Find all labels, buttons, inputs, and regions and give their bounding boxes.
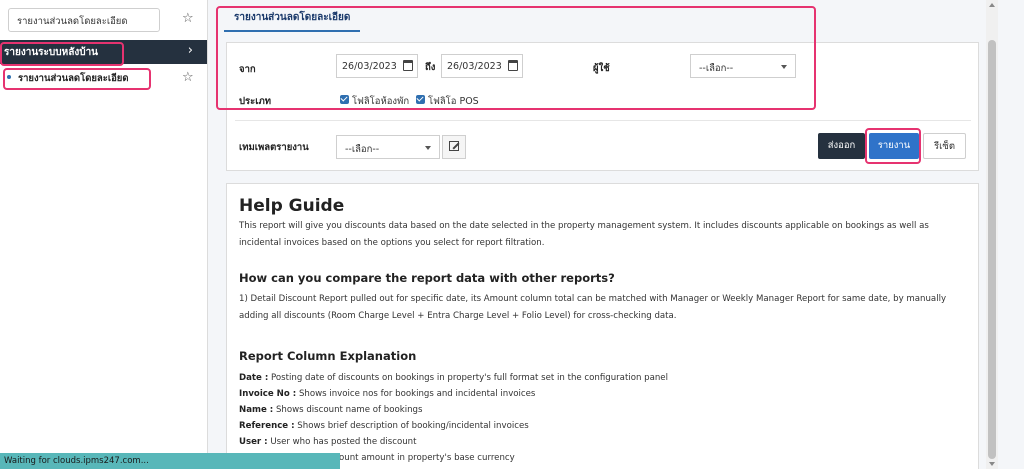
type-label: ประเภท [239,96,272,107]
column-text: ount amount in property's base currency [339,453,515,463]
folio-pos-label: โฟลิโอ POS [428,96,479,107]
report-button[interactable]: รายงาน [869,133,919,159]
from-date-value: 26/03/2023 [342,61,397,72]
from-date-field[interactable]: 26/03/2023 [336,54,418,78]
help-column-line: Reference : Shows brief description of b… [239,421,529,431]
help-title: Help Guide [239,196,345,216]
help-compare-heading: How can you compare the report data with… [239,271,615,285]
sidebar-group-backoffice-reports[interactable]: รายงานระบบหลังบ้าน › [0,40,207,64]
sidebar-search-input[interactable]: รายงานส่วนลดโดยละเอียด [8,8,160,32]
help-column-line: User : User who has posted the discount [239,437,416,447]
column-key: Date : [239,373,269,383]
sidebar-group-label: รายงานระบบหลังบ้าน [4,47,99,58]
from-label: จาก [239,64,256,75]
to-date-field[interactable]: 26/03/2023 [441,54,523,78]
to-label: ถึง [425,62,436,73]
folio-room-label: โฟลิโอห้องพัก [352,96,410,107]
edit-template-button[interactable] [442,135,466,159]
user-label: ผู้ใช้ [593,63,610,74]
caret-down-icon [425,146,431,150]
column-key: User : [239,437,268,447]
folio-pos-checkbox[interactable] [416,95,425,104]
help-intro: This report will give you discounts data… [239,221,929,248]
template-select-value: --เลือก-- [345,144,380,155]
folio-room-checkbox[interactable] [340,95,349,104]
help-column-line: Date : Posting date of discounts on book… [239,373,668,383]
bullet-icon [7,75,11,79]
template-select[interactable]: --เลือก-- [336,135,440,159]
favorite-star-icon[interactable]: ☆ [182,71,194,84]
chevron-right-icon: › [187,43,193,58]
template-label: เทมเพลตรายงาน [239,142,309,153]
filter-panel: จาก 26/03/2023 ถึง 26/03/2023 ผู้ใช้ --เ… [226,42,979,171]
user-select-value: --เลือก-- [699,63,734,74]
vertical-scrollbar[interactable] [986,0,998,469]
help-column-line: ount amount in property's base currency [339,453,515,463]
sidebar-item-label: รายงานส่วนลดโดยละเอียด [18,73,129,84]
scroll-up-icon[interactable] [989,3,995,7]
sidebar: รายงานส่วนลดโดยละเอียด ☆ รายงานระบบหลังบ… [0,0,208,469]
reset-button[interactable]: รีเซ็ต [923,133,966,159]
column-text: Shows invoice nos for bookings and incid… [298,389,536,399]
column-key: Reference : [239,421,295,431]
calendar-icon[interactable] [403,60,413,71]
help-compare-text: 1) Detail Discount Report pulled out for… [239,294,947,321]
column-key: Invoice No : [239,389,297,399]
help-columns-heading: Report Column Explanation [239,349,417,363]
favorite-star-icon[interactable]: ☆ [182,12,194,25]
divider [235,120,971,121]
status-bar: Waiting for clouds.ipms247.com... [0,453,340,469]
help-column-line: Name : Shows discount name of bookings [239,405,422,415]
scrollbar-thumb[interactable] [988,40,996,459]
column-text: Shows brief description of booking/incid… [297,421,529,431]
caret-down-icon [781,65,787,69]
to-date-value: 26/03/2023 [447,61,502,72]
column-key: Name : [239,405,274,415]
calendar-icon[interactable] [508,60,518,71]
sidebar-item-detail-discount-report[interactable]: รายงานส่วนลดโดยละเอียด [0,67,207,89]
scroll-down-icon[interactable] [989,462,995,466]
column-text: Shows discount name of bookings [275,405,423,415]
column-text: Posting date of discounts on bookings in… [271,373,668,383]
user-select[interactable]: --เลือก-- [690,54,796,78]
edit-icon [449,141,459,151]
tab-detail-discount-report[interactable]: รายงานส่วนลดโดยละเอียด [224,10,361,32]
tab-bar: รายงานส่วนลดโดยละเอียด [216,0,986,34]
export-button[interactable]: ส่งออก [818,133,865,159]
help-guide-panel: Help Guide This report will give you dis… [226,183,979,469]
help-column-line: Invoice No : Shows invoice nos for booki… [239,389,535,399]
column-text: User who has posted the discount [270,437,417,447]
